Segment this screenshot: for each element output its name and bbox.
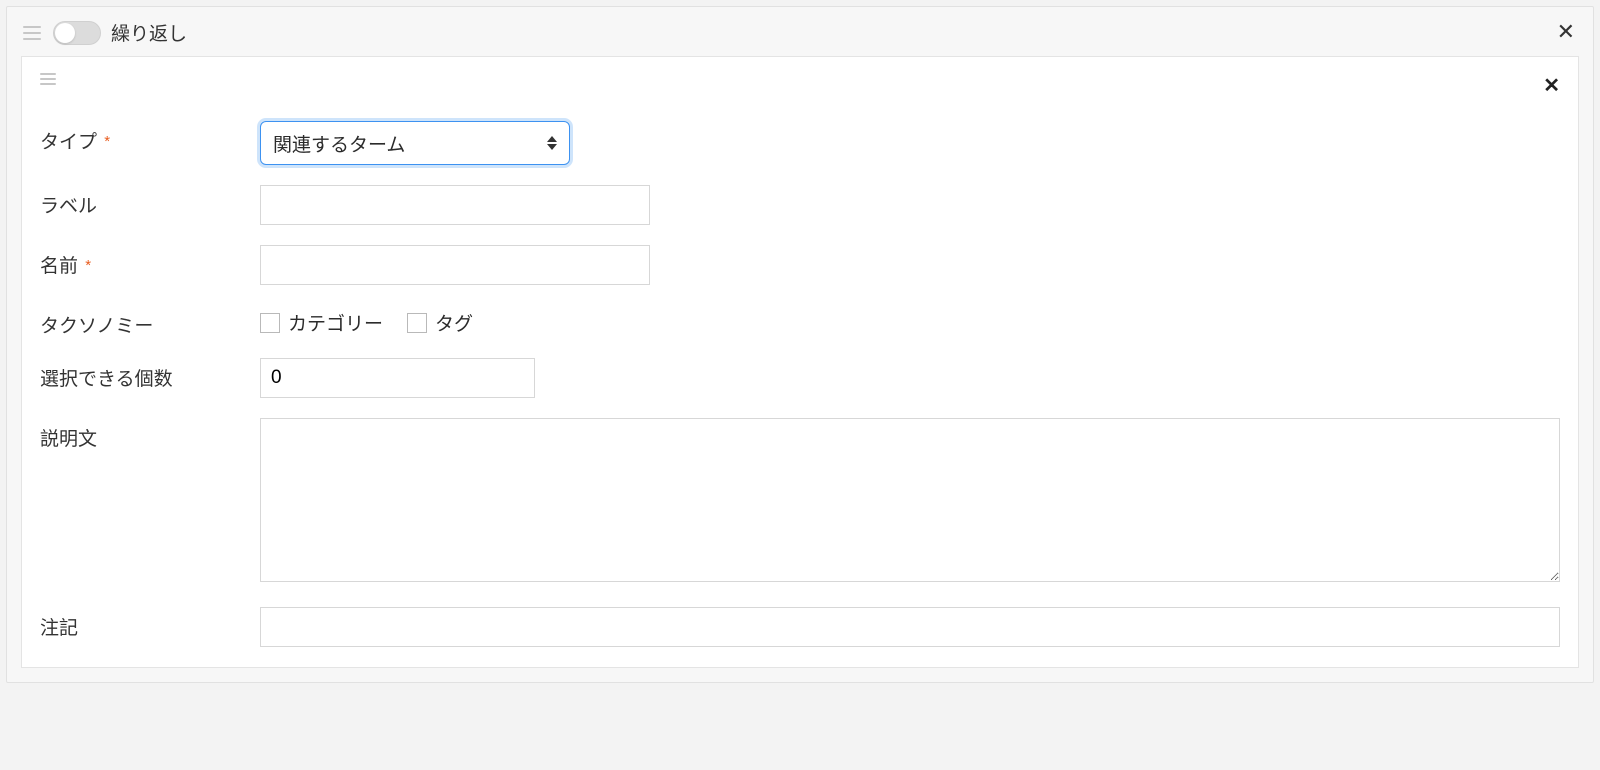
required-mark: *	[85, 257, 91, 274]
checkbox-category[interactable]: カテゴリー	[260, 309, 383, 336]
label-note: 注記	[40, 607, 260, 640]
row-taxonomy: タクソノミー カテゴリー タグ	[40, 305, 1560, 338]
checkbox-box-icon	[260, 313, 280, 333]
close-icon[interactable]: ✕	[1557, 21, 1575, 43]
checkbox-category-label: カテゴリー	[288, 309, 383, 336]
checkbox-tag[interactable]: タグ	[407, 309, 473, 336]
type-select[interactable]: 関連するターム	[260, 121, 570, 165]
row-type: タイプ * 関連するターム	[40, 121, 1560, 165]
group-header: 繰り返し ✕	[7, 7, 1593, 56]
note-input[interactable]	[260, 607, 1560, 647]
label-description: 説明文	[40, 418, 260, 451]
label-input[interactable]	[260, 185, 650, 225]
row-description: 説明文	[40, 418, 1560, 587]
row-selectable-count: 選択できる個数	[40, 358, 1560, 398]
selectable-count-input[interactable]	[260, 358, 535, 398]
label-selectable-count: 選択できる個数	[40, 358, 260, 391]
required-mark: *	[104, 133, 110, 150]
label-type: タイプ *	[40, 121, 260, 154]
row-name: 名前 *	[40, 245, 1560, 285]
repeater-group: 繰り返し ✕ ✕ タイプ * 関連するターム	[6, 6, 1594, 683]
checkbox-tag-label: タグ	[435, 309, 473, 336]
close-icon[interactable]: ✕	[1543, 73, 1560, 98]
row-note: 注記	[40, 607, 1560, 647]
label-label: ラベル	[40, 185, 260, 218]
drag-handle-icon[interactable]	[23, 26, 41, 40]
drag-handle-icon[interactable]	[40, 73, 56, 85]
checkbox-box-icon	[407, 313, 427, 333]
name-input[interactable]	[260, 245, 650, 285]
toggle-knob	[55, 23, 75, 43]
repeat-toggle[interactable]	[53, 21, 101, 45]
repeat-toggle-label: 繰り返し	[111, 19, 187, 46]
select-arrows-icon	[547, 136, 557, 150]
taxonomy-checkbox-group: カテゴリー タグ	[260, 305, 1560, 336]
type-select-value: 関連するターム	[273, 130, 405, 157]
label-taxonomy: タクソノミー	[40, 305, 260, 338]
field-card-header: ✕	[40, 73, 1560, 101]
description-textarea[interactable]	[260, 418, 1560, 582]
label-name: 名前 *	[40, 245, 260, 278]
field-card: ✕ タイプ * 関連するターム ラベル	[21, 56, 1579, 668]
row-label: ラベル	[40, 185, 1560, 225]
